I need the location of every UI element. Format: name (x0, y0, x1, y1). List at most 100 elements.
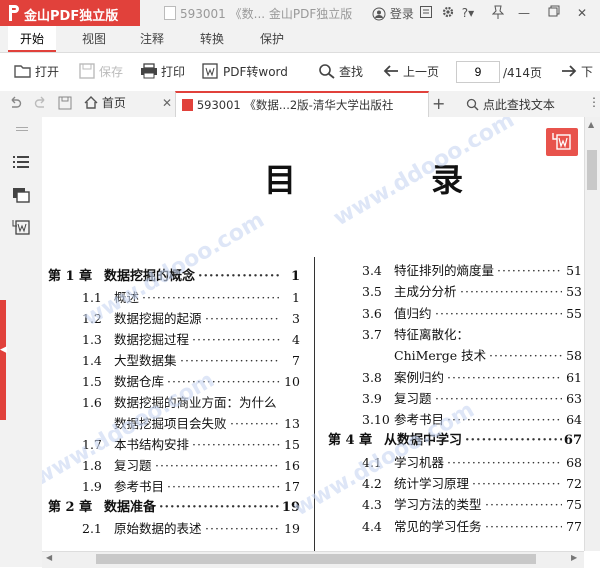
toc-dot-leader: ········································… (192, 437, 280, 452)
pdf-to-word-button[interactable]: PDF转word (202, 63, 288, 81)
pdf-to-word-sidebar-icon[interactable] (12, 219, 30, 235)
toc-entry[interactable]: 数据挖掘项目会失败13·····························… (48, 414, 300, 434)
search-text-button[interactable]: 点此查找文本 (466, 96, 555, 113)
toc-page-number: 15 (284, 437, 300, 452)
toc-page-number: 72 (566, 476, 582, 491)
toc-page-number: 4 (292, 332, 300, 347)
close-home-tab-icon[interactable]: ✕ (162, 91, 172, 116)
horizontal-scroll-thumb[interactable] (96, 554, 536, 564)
toc-number: 3.7 (362, 326, 382, 342)
sidebar-collapse-handle[interactable] (0, 300, 6, 420)
toc-entry[interactable]: 4.4 常见的学习任务 77····························… (328, 517, 582, 537)
toc-dot-leader: ········································… (460, 284, 562, 300)
page-total: /414页 (503, 66, 542, 80)
printer-icon (141, 63, 157, 79)
login-button[interactable]: 登录 (372, 5, 414, 22)
toolbar: 打开 保存 打印 PDF转word 查找 上一页 /414页 下 (0, 53, 600, 92)
toc-page-number: 53 (566, 284, 582, 300)
export-word-badge[interactable] (546, 128, 578, 156)
toc-page-number: 63 (566, 390, 582, 406)
settings-gear-icon[interactable] (440, 5, 456, 21)
open-label: 打开 (35, 65, 60, 79)
toc-entry[interactable]: 3.7 特征离散化： (328, 325, 582, 345)
toc-number: 3.5 (362, 284, 382, 300)
document-tab-bar: 首页 ✕ 593001 《数据...2版-清华大学出版社 + 点此查找文本 ⋮ (0, 91, 600, 118)
prev-page-button[interactable]: 上一页 (382, 63, 439, 81)
toc-entry[interactable]: 3.5 主成分分析 53······························… (328, 282, 582, 302)
tab-convert[interactable]: 转换 (188, 26, 236, 52)
toc-dot-leader: ········································… (198, 269, 280, 284)
print-button[interactable]: 打印 (140, 63, 185, 81)
arrow-left-icon (383, 65, 398, 77)
sidebar-grip-icon (16, 127, 28, 131)
toc-title: 参考书目 (114, 479, 165, 494)
vertical-scroll-thumb[interactable] (587, 150, 597, 190)
tab-document[interactable]: 593001 《数据...2版-清华大学出版社 (175, 91, 429, 117)
find-button[interactable]: 查找 (318, 63, 363, 81)
toc-dot-leader: ········································… (497, 263, 562, 278)
toc-entry[interactable]: 第 2 章数据准备19·····························… (48, 498, 300, 518)
close-window-icon[interactable]: ✕ (574, 5, 590, 21)
toc-number: 1.6 (82, 395, 102, 410)
tab-protect[interactable]: 保护 (248, 26, 296, 52)
more-menu-icon[interactable]: ⋮ (588, 95, 600, 109)
pin-icon[interactable] (490, 5, 506, 21)
tab-start[interactable]: 开始 (8, 26, 57, 52)
toc-dot-leader: ········································… (205, 311, 280, 326)
tab-home-label: 首页 (101, 96, 126, 110)
feedback-icon[interactable] (418, 5, 434, 21)
scroll-right-arrow-icon[interactable]: ▶ (571, 553, 577, 562)
page-number-input[interactable] (456, 61, 500, 83)
help-icon[interactable]: ?▾ (460, 5, 476, 21)
toc-page-number: 1 (292, 290, 300, 305)
open-button[interactable]: 打开 (14, 63, 59, 81)
tab-view[interactable]: 视图 (70, 26, 118, 52)
save-small-icon[interactable] (58, 96, 72, 113)
tab-annotate[interactable]: 注释 (128, 26, 176, 52)
toc-page-number: 67 (563, 433, 582, 449)
toc-title: 复习题 (394, 390, 432, 406)
toc-page-number: 61 (566, 369, 582, 385)
outline-list-icon[interactable] (12, 155, 30, 171)
redo-icon[interactable] (34, 96, 48, 113)
toc-entry[interactable]: 2.1 原始数据的表述 19 ····························… (48, 519, 300, 539)
app-brand[interactable]: 金山PDF独立版 (0, 0, 140, 26)
arrow-right-icon (562, 65, 577, 77)
new-tab-icon[interactable]: + (432, 94, 445, 113)
toc-entry[interactable]: 1.9参考书目17·······························… (48, 477, 300, 497)
toc-number: 1.5 (82, 374, 102, 389)
toc-entry[interactable]: 3.8 案例归约 61·······························… (328, 368, 582, 388)
toc-entry[interactable]: ChiMerge 技术 58···························… (328, 346, 582, 366)
toc-entry[interactable]: 1.4 大型数据集 7 ·······························… (48, 351, 300, 371)
save-button[interactable]: 保存 (78, 63, 123, 81)
scroll-up-arrow-icon[interactable]: ▲ (588, 120, 594, 129)
minimize-icon[interactable]: — (516, 5, 532, 21)
toc-entry[interactable]: 1.3 数据挖掘过程 4 ······························… (48, 330, 300, 350)
toc-entry[interactable]: 3.4 特征排列的熵度量 51 ···························… (328, 261, 582, 281)
toc-title: 主成分分析 (394, 284, 457, 300)
toc-number: 4.3 (362, 497, 382, 513)
undo-icon[interactable] (8, 96, 22, 113)
toc-dot-leader: ········································… (142, 290, 280, 305)
pdf-to-word-icon (202, 63, 218, 79)
toc-entry[interactable]: 3.6 值归约 55································… (328, 304, 582, 324)
next-page-button[interactable]: 下 (560, 63, 593, 81)
toc-title: 复习题 (114, 458, 152, 473)
toc-number: 3.9 (362, 390, 382, 406)
restore-icon[interactable] (546, 5, 562, 21)
toc-dot-leader: ········································… (167, 479, 280, 494)
toc-dot-leader: ········································… (205, 521, 280, 536)
document-icon (164, 6, 176, 20)
save-icon (79, 63, 95, 79)
app-name: 金山PDF独立版 (24, 9, 119, 24)
toc-dot-leader: ········································… (155, 458, 280, 473)
toc-entry[interactable]: 4.3 学习方法的类型 75····························… (328, 495, 582, 515)
scroll-left-arrow-icon[interactable]: ◀ (46, 553, 52, 562)
toc-page-number: 55 (566, 305, 582, 321)
toc-dot-leader: ········································… (192, 332, 280, 347)
thumbnails-icon[interactable] (12, 187, 30, 203)
tab-home[interactable]: 首页 ✕ (84, 91, 174, 116)
toc-entry[interactable]: 第 4 章从数据中学习67···························… (328, 431, 582, 451)
toc-number: 3.4 (362, 263, 382, 278)
toc-number: 1.4 (82, 353, 102, 368)
